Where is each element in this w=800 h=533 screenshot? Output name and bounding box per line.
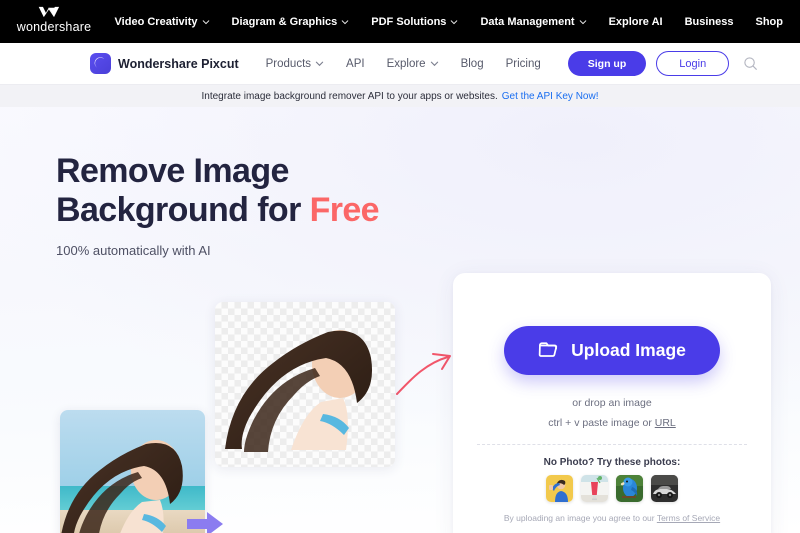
search-icon[interactable] — [743, 56, 758, 71]
hero-section: Remove Image Background for Free 100% au… — [0, 107, 800, 533]
subnav-label: Explore — [386, 57, 426, 70]
wondershare-wordmark: wondershare — [16, 20, 92, 34]
topnav-label: Data Management — [480, 15, 575, 28]
wondershare-logo[interactable]: wondershare — [8, 5, 100, 34]
pixcut-brand-name: Wondershare Pixcut — [118, 56, 239, 71]
product-navigation-bar: Wondershare Pixcut Products API Explore … — [0, 43, 800, 85]
api-key-link[interactable]: Get the API Key Now! — [502, 91, 599, 102]
subnav-item-pricing[interactable]: Pricing — [495, 58, 552, 70]
chevron-down-icon — [202, 19, 209, 24]
after-image — [215, 302, 395, 467]
before-image — [60, 410, 205, 533]
page-title: Remove Image Background for Free — [56, 152, 380, 230]
sample-photos-list — [546, 475, 678, 502]
topnav-item-explore-ai[interactable]: Explore AI — [598, 0, 674, 43]
title-line-2: Background for — [56, 191, 310, 229]
subnav-label: Products — [265, 57, 312, 70]
sign-up-button[interactable]: Sign up — [567, 51, 647, 76]
subnav-item-explore[interactable]: Explore — [376, 58, 450, 70]
topnav-label: Business — [684, 15, 734, 28]
paste-hint-prefix: ctrl + v paste image or — [548, 417, 655, 429]
sample-photos-label: No Photo? Try these photos: — [543, 457, 681, 468]
terms-of-service-link[interactable]: Terms of Service — [657, 513, 720, 523]
upload-card: Upload Image or drop an image ctrl + v p… — [453, 273, 771, 533]
pixcut-logo-icon — [90, 53, 111, 74]
subnav-label: Blog — [460, 57, 484, 70]
top-nav-items: Video Creativity Diagram & Graphics PDF … — [104, 0, 800, 43]
sample-person-yellow[interactable] — [546, 475, 573, 502]
topnav-item-data-management[interactable]: Data Management — [469, 0, 597, 43]
title-line-1: Remove Image — [56, 152, 289, 190]
card-divider — [477, 444, 747, 445]
url-link[interactable]: URL — [655, 417, 676, 429]
subnav-label: API — [346, 57, 365, 70]
upload-image-button[interactable]: Upload Image — [504, 326, 720, 375]
topnav-label: Shop — [755, 15, 784, 28]
sample-drink-glass[interactable] — [581, 475, 608, 502]
right-arrow-icon — [187, 512, 223, 533]
topnav-item-business[interactable]: Business — [674, 0, 745, 43]
upload-button-label: Upload Image — [571, 340, 686, 360]
wondershare-w-icon — [38, 6, 60, 18]
top-navigation-bar: wondershare Video Creativity Diagram & G… — [0, 0, 800, 43]
page-subtitle: 100% automatically with AI — [56, 243, 211, 258]
chevron-down-icon — [451, 19, 458, 24]
subnav-item-blog[interactable]: Blog — [450, 58, 495, 70]
before-after-demo — [60, 302, 405, 533]
topnav-label: Video Creativity — [114, 15, 198, 28]
subnav-item-api[interactable]: API — [335, 58, 376, 70]
subnav-item-products[interactable]: Products — [255, 58, 335, 70]
pixcut-brand-link[interactable]: Wondershare Pixcut — [90, 53, 239, 74]
terms-prefix: By uploading an image you agree to our — [503, 513, 657, 523]
sample-sports-car[interactable] — [651, 475, 678, 502]
folder-icon — [538, 341, 558, 357]
paste-hint-text: ctrl + v paste image or URL — [548, 417, 676, 429]
topnav-item-video-creativity[interactable]: Video Creativity — [104, 0, 221, 43]
topnav-item-shop[interactable]: Shop — [745, 0, 795, 43]
subnav-label: Pricing — [505, 57, 541, 70]
topnav-item-pdf-solutions[interactable]: PDF Solutions — [360, 0, 469, 43]
topnav-label: Diagram & Graphics — [231, 15, 338, 28]
api-banner-text: Integrate image background remover API t… — [201, 90, 498, 102]
chevron-down-icon — [341, 19, 349, 24]
topnav-label: PDF Solutions — [371, 15, 447, 28]
topnav-label: Explore AI — [608, 15, 663, 28]
chevron-down-icon — [579, 19, 586, 24]
chevron-down-icon — [315, 61, 324, 67]
terms-notice: By uploading an image you agree to our T… — [504, 513, 720, 523]
sample-blue-parrot[interactable] — [616, 475, 643, 502]
chevron-down-icon — [430, 61, 438, 67]
title-highlight-free: Free — [309, 191, 380, 229]
topnav-item-diagram-graphics[interactable]: Diagram & Graphics — [221, 0, 361, 43]
api-promo-banner: Integrate image background remover API t… — [0, 85, 800, 107]
drop-hint-text: or drop an image — [572, 397, 652, 409]
login-button[interactable]: Login — [656, 51, 730, 76]
